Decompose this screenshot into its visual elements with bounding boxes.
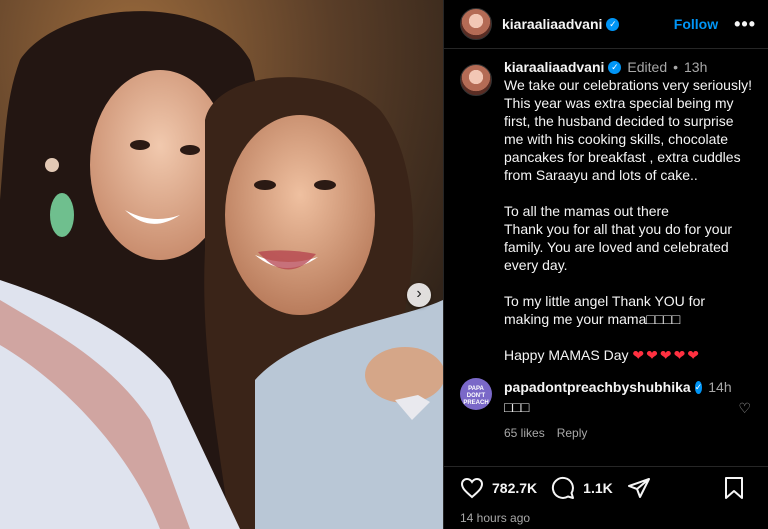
comment-likes[interactable]: 65 likes	[504, 424, 545, 442]
caption-time[interactable]: 13h	[684, 58, 707, 76]
comment-action[interactable]: 1.1K	[551, 476, 613, 500]
comment-body: papadontpreachbyshubhika ✓ 14h □□□ 65 li…	[504, 378, 732, 442]
comment-head: papadontpreachbyshubhika ✓ 14h	[504, 378, 732, 396]
comment-heart-icon[interactable]: ♡	[738, 400, 751, 417]
avatar[interactable]	[460, 64, 492, 96]
comment-count[interactable]: 1.1K	[583, 480, 613, 496]
caption-text-content: We take our celebrations very seriously!…	[504, 77, 752, 363]
caption-text: We take our celebrations very seriously!…	[504, 76, 753, 364]
post-footer: 782.7K 1.1K 14 hours ago	[444, 466, 768, 529]
share-action[interactable]	[627, 476, 659, 500]
caption-meta: kiaraaliaadvani ✓ Edited • 13h	[504, 58, 753, 76]
bookmark-icon[interactable]	[723, 476, 745, 500]
comment-time[interactable]: 14h	[708, 378, 731, 396]
post-image[interactable]: ›	[0, 0, 443, 529]
meta-dot: •	[673, 59, 679, 75]
edited-label: Edited	[627, 59, 668, 75]
comment-username[interactable]: papadontpreachbyshubhika	[504, 378, 691, 396]
post-photo-illustration	[0, 0, 443, 529]
post-side-panel: kiaraaliaadvani ✓ Follow ••• kiaraaliaad…	[443, 0, 768, 529]
comment-actions: 65 likes Reply	[504, 424, 729, 442]
chevron-right-icon[interactable]: ›	[407, 283, 431, 307]
comment-icon[interactable]	[551, 476, 575, 500]
post-header: kiaraaliaadvani ✓ Follow •••	[444, 0, 768, 49]
avatar[interactable]: PAPA DON'T PREACH	[460, 378, 492, 410]
comment-text: □□□	[504, 399, 530, 415]
verified-icon: ✓	[694, 380, 703, 394]
verified-icon: ✓	[606, 17, 620, 31]
like-count[interactable]: 782.7K	[492, 480, 537, 496]
caption-username[interactable]: kiaraaliaadvani	[504, 58, 604, 76]
heart-emojis: ❤❤❤❤❤	[632, 347, 702, 363]
reply-button[interactable]: Reply	[557, 424, 588, 442]
post-username[interactable]: kiaraaliaadvani	[502, 16, 602, 32]
verified-icon: ✓	[608, 60, 622, 74]
post-timestamp[interactable]: 14 hours ago	[460, 511, 753, 525]
follow-button[interactable]: Follow	[674, 16, 718, 32]
caption-body: kiaraaliaadvani ✓ Edited • 13h We take o…	[504, 58, 753, 364]
comment: PAPA DON'T PREACH papadontpreachbyshubhi…	[460, 378, 753, 442]
like-action[interactable]: 782.7K	[460, 476, 537, 500]
save-action[interactable]	[723, 476, 753, 500]
heart-icon[interactable]	[460, 476, 484, 500]
more-options-icon[interactable]: •••	[734, 14, 756, 35]
comments-section: kiaraaliaadvani ✓ Edited • 13h We take o…	[444, 58, 768, 442]
action-bar: 782.7K 1.1K	[460, 475, 753, 501]
caption: kiaraaliaadvani ✓ Edited • 13h We take o…	[460, 58, 753, 364]
avatar[interactable]	[460, 8, 492, 40]
share-icon[interactable]	[627, 476, 651, 500]
